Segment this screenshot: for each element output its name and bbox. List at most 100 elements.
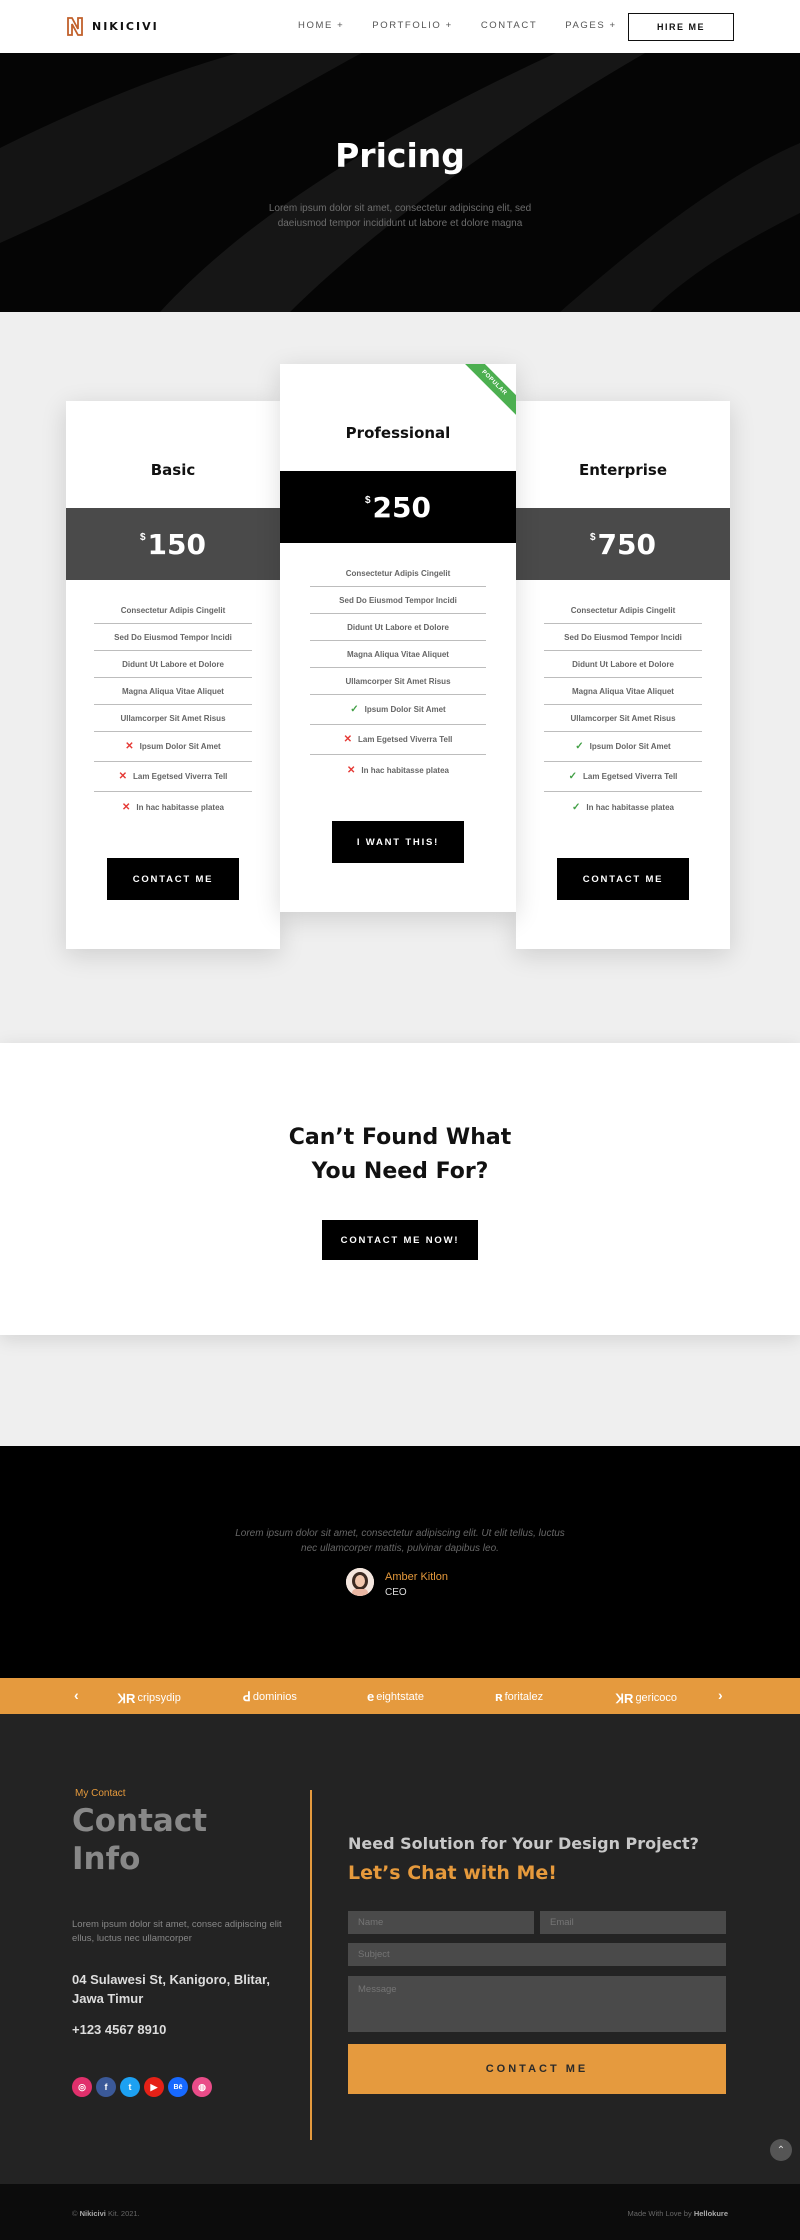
feature-item: Magna Aliqua Vitae Aliquet	[94, 678, 252, 705]
brand-logo-cripsydip: ꞰR cripsydip	[118, 1691, 181, 1706]
feature-item: Didunt Ut Labore et Dolore	[94, 651, 252, 678]
feature-item: Ullamcorper Sit Amet Risus	[544, 705, 702, 732]
feature-item: Consectetur Adipis Cingelit	[94, 597, 252, 624]
contact-chat-heading: Let’s Chat with Me!	[348, 1862, 557, 1884]
plan-price: 750	[597, 527, 656, 561]
feature-item: Sed Do Eiusmod Tempor Incidi	[544, 624, 702, 651]
feature-item: Ullamcorper Sit Amet Risus	[94, 705, 252, 732]
chevron-left-icon[interactable]: ‹	[74, 1687, 79, 1703]
price-band: $ 150	[66, 508, 280, 580]
feature-item: ✓ Ipsum Dolor Sit Amet	[544, 732, 702, 762]
currency-symbol: $	[364, 494, 371, 506]
contact-me-button[interactable]: CONTACT ME	[107, 858, 239, 900]
brand-logo-eightstate: e eightstate	[367, 1689, 424, 1704]
cross-icon: ✕	[118, 771, 127, 782]
contact-me-now-button[interactable]: CONTACT ME NOW!	[322, 1220, 478, 1260]
menu-item-pages[interactable]: PAGES +	[565, 20, 616, 31]
contact-me-button[interactable]: CONTACT ME	[557, 858, 689, 900]
menu-item-portfolio[interactable]: PORTFOLIO +	[372, 20, 453, 31]
feature-list: Consectetur Adipis Cingelit Sed Do Eiusm…	[94, 597, 252, 822]
instagram-icon[interactable]: ◎	[72, 2077, 92, 2097]
menu-item-contact[interactable]: CONTACT	[481, 20, 537, 31]
credits-text: Made With Love by Hellokure	[627, 2209, 728, 2218]
testimonial-quote: Lorem ipsum dolor sit amet, consectetur …	[235, 1528, 565, 1554]
email-field[interactable]	[540, 1911, 726, 1934]
contact-description: Lorem ipsum dolor sit amet, consec adipi…	[72, 1919, 282, 1944]
popular-ribbon: POPULAR	[464, 364, 516, 416]
brand-logo-dominios: ꓒ dominios	[243, 1689, 297, 1704]
menu-item-home[interactable]: HOME +	[298, 20, 344, 31]
hero-subtitle: Lorem ipsum dolor sit amet, consectetur …	[268, 203, 532, 229]
feature-item: Sed Do Eiusmod Tempor Incidi	[94, 624, 252, 651]
feature-item: ✓ In hac habitasse platea	[572, 801, 674, 813]
feature-item: ✕ In hac habitasse platea	[347, 764, 449, 776]
contact-address: 04 Sulawesi St, Kanigoro, Blitar, Jawa T…	[72, 1972, 270, 2006]
contact-phone: +123 4567 8910	[72, 2022, 167, 2037]
name-field[interactable]	[348, 1911, 534, 1934]
brand-carousel: ‹ ꞰR cripsydip ꓒ dominios e eightstate ʀ for…	[0, 1678, 800, 1714]
hero-background-swoosh	[0, 53, 800, 312]
logo-mark-icon	[67, 17, 83, 36]
contact-heading: Contact Info	[72, 1803, 208, 1877]
brand-logo-foritalez: ʀ foritalez	[495, 1689, 544, 1704]
feature-item: ✕ Ipsum Dolor Sit Amet	[94, 732, 252, 762]
hire-me-button[interactable]: HIRE ME	[628, 13, 734, 41]
avatar	[346, 1568, 374, 1596]
feature-item: Magna Aliqua Vitae Aliquet	[544, 678, 702, 705]
feature-item: Sed Do Eiusmod Tempor Incidi	[310, 587, 486, 614]
testimonial-section: Lorem ipsum dolor sit amet, consectetur …	[0, 1446, 800, 1678]
dribbble-icon[interactable]: ◍	[192, 2077, 212, 2097]
facebook-icon[interactable]: f	[96, 2077, 116, 2097]
check-icon: ✓	[575, 741, 584, 752]
feature-item: Magna Aliqua Vitae Aliquet	[310, 641, 486, 668]
main-menu: HOME + PORTFOLIO + CONTACT PAGES +	[298, 20, 645, 31]
feature-item: ✓ Ipsum Dolor Sit Amet	[310, 695, 486, 725]
scroll-to-top-button[interactable]: ⌃	[770, 2139, 792, 2161]
youtube-icon[interactable]: ▶	[144, 2077, 164, 2097]
avatar-illustration	[346, 1568, 374, 1596]
message-field[interactable]	[348, 1976, 726, 2032]
feature-item: ✕ Lam Egetsed Viverra Tell	[310, 725, 486, 755]
feature-list: Consectetur Adipis Cingelit Sed Do Eiusm…	[544, 597, 702, 822]
plan-price: 250	[372, 490, 431, 524]
vertical-divider	[310, 1790, 312, 2140]
i-want-this-button[interactable]: I WANT THIS!	[332, 821, 464, 863]
pricing-card-professional: POPULAR Professional $ 250 Consectetur A…	[280, 364, 516, 912]
price-band: $ 250	[280, 471, 516, 543]
feature-item: Ullamcorper Sit Amet Risus	[310, 668, 486, 695]
feature-item: ✓ Lam Egetsed Viverra Tell	[544, 762, 702, 792]
subject-field[interactable]	[348, 1943, 726, 1966]
cross-icon: ✕	[122, 801, 131, 813]
copyright-text: © Nikicivi Kit. 2021.	[72, 2209, 140, 2218]
feature-item: Consectetur Adipis Cingelit	[310, 560, 486, 587]
cta-section: Can’t Found What You Need For? CONTACT M…	[0, 1043, 800, 1335]
plan-title: Basic	[150, 461, 196, 479]
pricing-card-basic: Basic $ 150 Consectetur Adipis Cingelit …	[66, 401, 280, 949]
twitter-icon[interactable]: t	[120, 2077, 140, 2097]
pricing-card-enterprise: Enterprise $ 750 Consectetur Adipis Cing…	[516, 401, 730, 949]
top-navbar: NIKICIVI HOME + PORTFOLIO + CONTACT PAGE…	[0, 0, 800, 53]
ribbon-container: POPULAR	[464, 364, 516, 416]
site-footer: © Nikicivi Kit. 2021. Made With Love by …	[0, 2184, 800, 2240]
check-icon: ✓	[572, 801, 581, 813]
cross-icon: ✕	[125, 741, 134, 752]
site-logo[interactable]: NIKICIVI	[66, 15, 159, 37]
author-link[interactable]: Hellokure	[694, 2209, 728, 2218]
check-icon: ✓	[568, 771, 577, 782]
feature-item: Consectetur Adipis Cingelit	[544, 597, 702, 624]
plan-price: 150	[147, 527, 206, 561]
social-links: ◎ f t ▶ Bē ◍	[72, 2077, 212, 2097]
brand-logo-gericoco: ꞰR gericoco	[616, 1691, 678, 1706]
testimonial-role: CEO	[385, 1587, 407, 1598]
feature-list: Consectetur Adipis Cingelit Sed Do Eiusm…	[310, 560, 486, 785]
hero-banner: Pricing Lorem ipsum dolor sit amet, cons…	[0, 53, 800, 312]
cross-icon: ✕	[347, 764, 356, 776]
behance-icon[interactable]: Bē	[168, 2077, 188, 2097]
feature-item: ✕ In hac habitasse platea	[122, 801, 224, 813]
plan-title: Enterprise	[578, 461, 668, 479]
cta-heading: Can’t Found What You Need For?	[288, 1125, 512, 1184]
chevron-right-icon[interactable]: ›	[718, 1687, 723, 1703]
feature-item: Didunt Ut Labore et Dolore	[310, 614, 486, 641]
contact-me-submit-button[interactable]: CONTACT ME	[348, 2044, 726, 2094]
cross-icon: ✕	[343, 734, 352, 745]
